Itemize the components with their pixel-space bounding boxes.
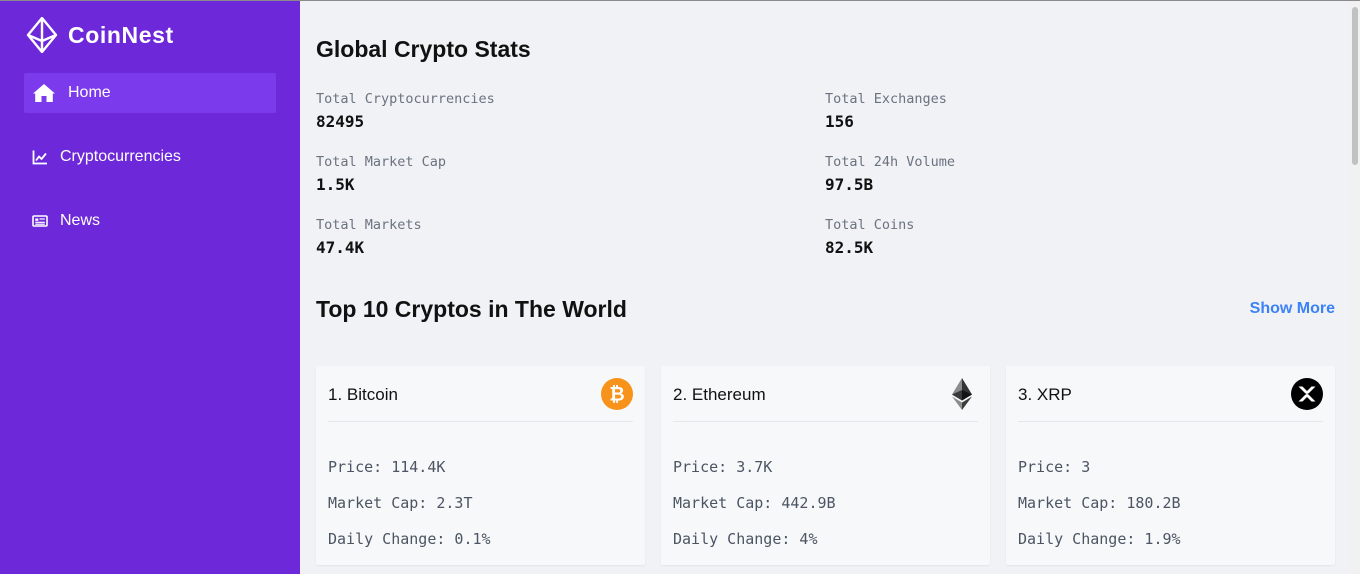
sidebar-item-news[interactable]: News: [24, 201, 276, 241]
stat-label: Total 24h Volume: [825, 154, 956, 170]
show-more-link[interactable]: Show More: [1250, 300, 1335, 318]
crypto-card-ethereum[interactable]: 2. Ethereum Price: 3.7K Market Cap: 442.…: [661, 366, 990, 565]
sidebar-item-home[interactable]: Home: [24, 73, 276, 113]
sidebar-item-label: News: [60, 212, 101, 229]
card-title: 2. Ethereum: [673, 385, 766, 404]
main-content: Global Crypto Stats Total Cryptocurrenci…: [300, 1, 1350, 574]
stat-total-exchanges: Total Exchanges 156: [825, 91, 947, 131]
card-market-cap: Market Cap: 442.9B: [673, 494, 836, 512]
card-market-cap: Market Cap: 2.3T: [328, 494, 473, 512]
stat-total-market-cap: Total Market Cap 1.5K: [316, 154, 446, 194]
stat-total-cryptocurrencies: Total Cryptocurrencies 82495: [316, 91, 495, 131]
sidebar: CoinNest Home Cryptocurrencies News: [0, 0, 300, 574]
brand-name: CoinNest: [68, 21, 174, 48]
stat-total-markets: Total Markets 47.4K: [316, 217, 422, 257]
stat-label: Total Exchanges: [825, 91, 947, 107]
sidebar-item-label: Home: [68, 84, 111, 101]
sidebar-item-label: Cryptocurrencies: [60, 148, 181, 165]
brand[interactable]: CoinNest: [26, 17, 174, 53]
page-title: Global Crypto Stats: [316, 36, 531, 62]
stat-value: 82495: [316, 112, 365, 131]
bitcoin-icon: ₿: [601, 378, 633, 410]
stat-total-coins: Total Coins 82.5K: [825, 217, 914, 257]
xrp-icon: [1291, 378, 1323, 410]
crypto-card-bitcoin[interactable]: 1. Bitcoin ₿ Price: 114.4K Market Cap: 2…: [316, 366, 645, 565]
section-title: Top 10 Cryptos in The World: [316, 296, 627, 322]
stat-label: Total Cryptocurrencies: [316, 91, 495, 107]
stat-value: 97.5B: [825, 175, 874, 194]
card-header: 2. Ethereum: [673, 366, 978, 422]
stat-total-24h-volume: Total 24h Volume 97.5B: [825, 154, 955, 194]
window-top-border: [0, 0, 1360, 1]
chart-line-icon: [32, 149, 48, 165]
sidebar-item-cryptocurrencies[interactable]: Cryptocurrencies: [24, 137, 276, 177]
stat-value: 156: [825, 112, 854, 131]
card-price: Price: 3: [1018, 458, 1091, 476]
card-price: Price: 3.7K: [673, 458, 773, 476]
card-price: Price: 114.4K: [328, 458, 446, 476]
svg-text:₿: ₿: [609, 384, 624, 406]
ethereum-diamond-logo-icon: [26, 17, 58, 53]
card-daily-change: Daily Change: 4%: [673, 530, 818, 548]
card-header: 1. Bitcoin ₿: [328, 366, 633, 422]
crypto-card-xrp[interactable]: 3. XRP Price: 3 Market Cap: 180.2B Daily…: [1006, 366, 1335, 565]
card-daily-change: Daily Change: 1.9%: [1018, 530, 1181, 548]
stat-label: Total Coins: [825, 217, 915, 233]
card-header: 3. XRP: [1018, 366, 1323, 422]
card-title: 1. Bitcoin: [328, 385, 398, 404]
home-icon: [32, 83, 56, 103]
stat-label: Total Markets: [316, 217, 422, 233]
stat-label: Total Market Cap: [316, 154, 447, 170]
ethereum-icon: [946, 378, 978, 410]
stat-value: 82.5K: [825, 238, 874, 257]
vertical-scrollbar[interactable]: [1350, 1, 1360, 574]
stat-value: 1.5K: [316, 175, 355, 194]
card-daily-change: Daily Change: 0.1%: [328, 530, 491, 548]
card-market-cap: Market Cap: 180.2B: [1018, 494, 1181, 512]
card-title: 3. XRP: [1018, 385, 1072, 404]
newspaper-icon: [32, 213, 48, 229]
scrollbar-thumb[interactable]: [1352, 7, 1358, 165]
stat-value: 47.4K: [316, 238, 365, 257]
